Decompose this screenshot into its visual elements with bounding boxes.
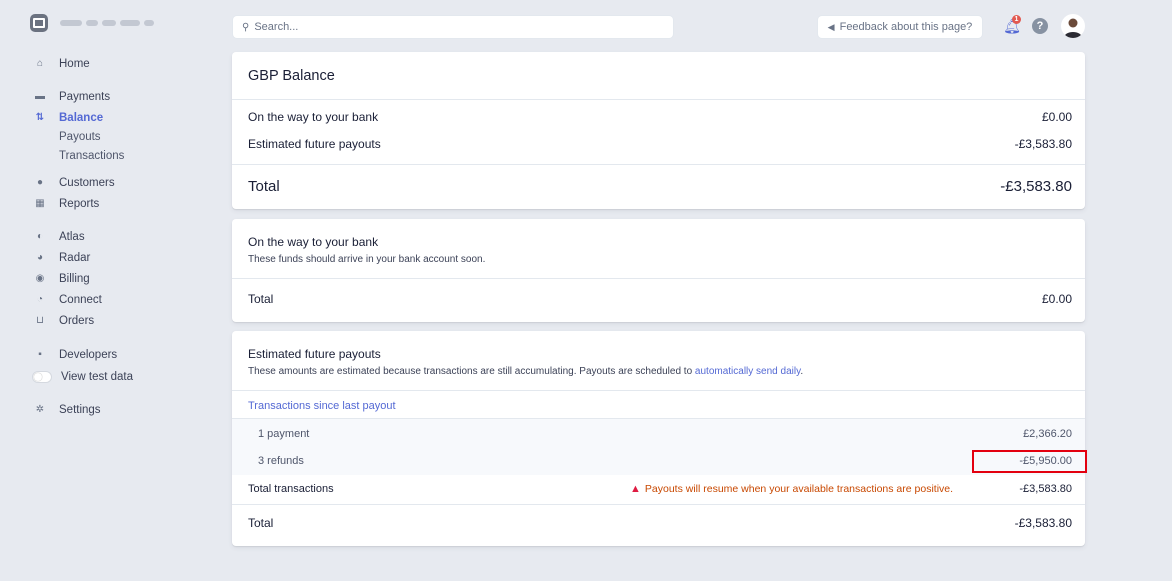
estimated-future-label: Estimated future payouts bbox=[248, 137, 381, 151]
bank-total-label: Total bbox=[248, 292, 274, 306]
sidebar-item-label: Developers bbox=[59, 349, 118, 361]
sidebar-item-home[interactable]: ⌂ Home bbox=[34, 56, 90, 72]
orders-basket-icon: ⊔ bbox=[36, 315, 44, 326]
warning-triangle-icon: ▲ bbox=[630, 483, 641, 495]
divider bbox=[232, 99, 1085, 100]
sidebar-item-settings[interactable]: ✲ Settings bbox=[34, 402, 101, 418]
sidebar-item-atlas[interactable]: ◐ Atlas bbox=[34, 229, 85, 245]
sidebar-item-developers[interactable]: ▪ Developers bbox=[34, 347, 117, 363]
toggle-switch[interactable] bbox=[32, 371, 52, 383]
divider bbox=[232, 390, 1085, 391]
sidebar-item-connect[interactable]: ◔ Connect bbox=[34, 292, 102, 308]
account-switcher[interactable] bbox=[30, 14, 154, 32]
card-title: On the way to your bank bbox=[248, 235, 379, 249]
card-title: GBP Balance bbox=[248, 68, 335, 84]
search-bar[interactable]: ⚲ bbox=[233, 16, 673, 38]
sidebar-item-label: Radar bbox=[59, 252, 91, 264]
total-transactions-label: Total transactions bbox=[248, 483, 334, 495]
divider bbox=[232, 278, 1085, 279]
sidebar-item-label: Reports bbox=[59, 198, 100, 210]
notification-badge: 1 bbox=[1012, 15, 1021, 24]
estimated-future-value: -£3,583.80 bbox=[1014, 137, 1072, 151]
on-the-way-card: On the way to your bank These funds shou… bbox=[232, 219, 1085, 322]
future-payouts-card: Estimated future payouts These amounts a… bbox=[232, 331, 1085, 546]
megaphone-icon: ◀ bbox=[827, 21, 835, 32]
refund-highlight-annotation bbox=[972, 450, 1087, 473]
sidebar-subitem-payouts[interactable]: Payouts bbox=[59, 131, 101, 143]
on-the-way-value: £0.00 bbox=[1041, 110, 1072, 124]
transactions-since-last-payout-link[interactable]: Transactions since last payout bbox=[248, 400, 396, 412]
sidebar-item-label: Home bbox=[59, 58, 90, 70]
sidebar-item-billing[interactable]: ◉ Billing bbox=[34, 271, 90, 287]
automatically-send-daily-link[interactable]: automatically send daily bbox=[695, 366, 800, 377]
sidebar-item-label: Atlas bbox=[59, 231, 85, 243]
on-the-way-label: On the way to your bank bbox=[248, 110, 379, 124]
sidebar-subitem-transactions[interactable]: Transactions bbox=[59, 150, 124, 162]
sidebar: ⌂ Home ▬ Payments ⇅ Balance Payouts Tran… bbox=[0, 0, 220, 581]
warning-text: Payouts will resume when your available … bbox=[644, 483, 954, 495]
total-transactions-value: -£3,583.80 bbox=[1019, 483, 1072, 495]
sidebar-item-label: Settings bbox=[59, 404, 101, 416]
sidebar-item-label: Balance bbox=[59, 112, 104, 124]
balance-total-label: Total bbox=[248, 178, 280, 195]
account-logo-icon bbox=[30, 14, 48, 32]
gbp-balance-card: GBP Balance On the way to your bank £0.0… bbox=[232, 52, 1085, 209]
bank-total-value: £0.00 bbox=[1041, 292, 1072, 306]
connect-icon: ◔ bbox=[36, 294, 44, 305]
avatar[interactable] bbox=[1061, 14, 1085, 38]
sidebar-item-label: Payments bbox=[59, 91, 111, 103]
payment-count-label: 1 payment bbox=[258, 428, 310, 440]
billing-icon: ◉ bbox=[35, 273, 45, 284]
settings-gear-icon: ✲ bbox=[35, 404, 45, 415]
subtitle-text: These amounts are estimated because tran… bbox=[248, 366, 695, 377]
refund-count-label: 3 refunds bbox=[258, 455, 304, 467]
sidebar-item-radar[interactable]: ◕ Radar bbox=[34, 250, 90, 266]
sidebar-item-label: Connect bbox=[59, 294, 102, 306]
sidebar-item-customers[interactable]: ● Customers bbox=[34, 175, 115, 191]
card-subtitle: These funds should arrive in your bank a… bbox=[248, 254, 486, 265]
customers-icon: ● bbox=[36, 177, 44, 188]
toggle-label: View test data bbox=[61, 371, 134, 383]
future-total-label: Total bbox=[248, 516, 274, 530]
sidebar-item-payments[interactable]: ▬ Payments bbox=[34, 89, 110, 105]
card-subtitle: These amounts are estimated because tran… bbox=[248, 366, 803, 377]
balance-arrows-icon: ⇅ bbox=[35, 112, 45, 123]
payment-amount-value: £2,366.20 bbox=[1023, 428, 1072, 440]
sidebar-item-label: Orders bbox=[59, 315, 95, 327]
sidebar-item-label: Billing bbox=[59, 273, 90, 285]
subtitle-suffix: . bbox=[800, 366, 804, 377]
view-test-data-toggle[interactable]: View test data bbox=[32, 369, 133, 385]
reports-icon: ▦ bbox=[35, 198, 45, 209]
balance-total-value: -£3,583.80 bbox=[1000, 178, 1072, 195]
help-button[interactable]: ? bbox=[1032, 18, 1048, 34]
search-icon: ⚲ bbox=[242, 21, 250, 33]
user-avatar-icon bbox=[1064, 18, 1082, 38]
developers-terminal-icon: ▪ bbox=[38, 349, 42, 360]
radar-icon: ◕ bbox=[36, 252, 44, 263]
home-icon: ⌂ bbox=[36, 58, 44, 69]
sidebar-item-orders[interactable]: ⊔ Orders bbox=[34, 313, 94, 329]
feedback-button[interactable]: ◀ Feedback about this page? bbox=[818, 16, 982, 38]
payments-icon: ▬ bbox=[35, 91, 45, 102]
divider bbox=[232, 164, 1085, 165]
card-title: Estimated future payouts bbox=[248, 347, 381, 361]
divider bbox=[232, 504, 1085, 505]
feedback-label: Feedback about this page? bbox=[839, 21, 973, 33]
notifications-button[interactable]: 🔔︎ 1 bbox=[1003, 15, 1021, 36]
sidebar-item-label: Customers bbox=[59, 177, 115, 189]
atlas-icon: ◐ bbox=[36, 231, 44, 242]
account-name-redacted bbox=[60, 20, 154, 26]
payout-warning: ▲ Payouts will resume when your availabl… bbox=[630, 483, 953, 495]
help-question-icon: ? bbox=[1036, 20, 1044, 32]
transaction-lines: 1 payment £2,366.20 3 refunds -£5,950.00 bbox=[232, 419, 1085, 475]
sidebar-item-balance[interactable]: ⇅ Balance bbox=[34, 110, 103, 126]
future-total-value: -£3,583.80 bbox=[1014, 516, 1072, 530]
search-input[interactable] bbox=[254, 21, 655, 33]
sidebar-item-reports[interactable]: ▦ Reports bbox=[34, 196, 99, 212]
